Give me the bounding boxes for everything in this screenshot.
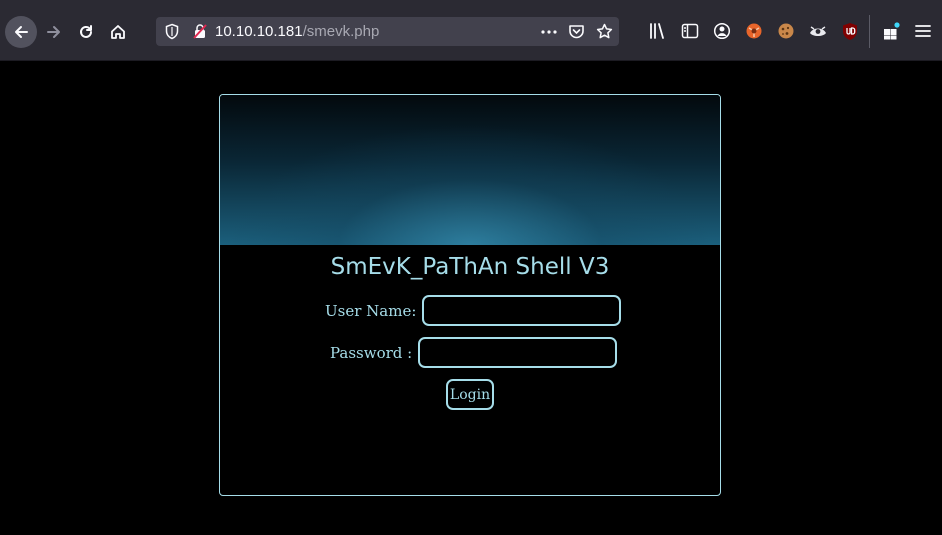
password-input[interactable]	[418, 337, 618, 368]
home-button[interactable]	[102, 16, 134, 48]
insecure-lock-icon	[193, 24, 207, 39]
sidebar-icon[interactable]	[679, 20, 701, 42]
reload-icon	[80, 25, 92, 38]
extensions-icon[interactable]	[880, 20, 902, 42]
ublock-origin-icon[interactable]	[839, 20, 861, 42]
account-icon[interactable]	[711, 20, 733, 42]
menu-icon[interactable]	[912, 20, 934, 42]
url-path: /smevk.php	[302, 23, 380, 40]
page-content: SmEvK_PaThAn Shell V3 User Name: Passwor…	[0, 62, 942, 535]
toolbar-separator	[869, 15, 870, 48]
password-row: Password :	[330, 337, 618, 368]
password-label: Password :	[330, 343, 413, 362]
username-row: User Name:	[325, 295, 622, 326]
back-button[interactable]	[5, 16, 37, 48]
forward-button[interactable]	[38, 16, 70, 48]
library-icon[interactable]	[647, 20, 669, 42]
arrow-left-icon	[15, 26, 28, 38]
reload-button[interactable]	[70, 16, 102, 48]
wappalyzer-extension-icon[interactable]	[807, 20, 829, 42]
login-button[interactable]: Login	[446, 379, 494, 410]
header-banner-image	[220, 95, 720, 245]
username-input[interactable]	[422, 295, 622, 326]
url-bar[interactable]: 10.10.10.181/smevk.php	[156, 17, 619, 46]
shell-title: SmEvK_PaThAn Shell V3	[330, 254, 610, 280]
username-label: User Name:	[325, 301, 417, 320]
browser-toolbar: 10.10.10.181/smevk.php	[0, 0, 942, 61]
home-icon	[111, 25, 125, 39]
foxyproxy-extension-icon[interactable]	[743, 20, 765, 42]
arrow-right-icon	[47, 26, 60, 38]
cookie-extension-icon[interactable]	[775, 20, 797, 42]
shield-icon	[165, 23, 179, 40]
url-host: 10.10.10.181	[215, 23, 303, 40]
url-text: 10.10.10.181/smevk.php	[215, 22, 379, 41]
more-options-icon[interactable]	[540, 24, 558, 40]
login-panel: SmEvK_PaThAn Shell V3 User Name: Passwor…	[219, 94, 721, 496]
star-icon[interactable]	[596, 23, 613, 40]
pocket-icon[interactable]	[568, 23, 585, 40]
